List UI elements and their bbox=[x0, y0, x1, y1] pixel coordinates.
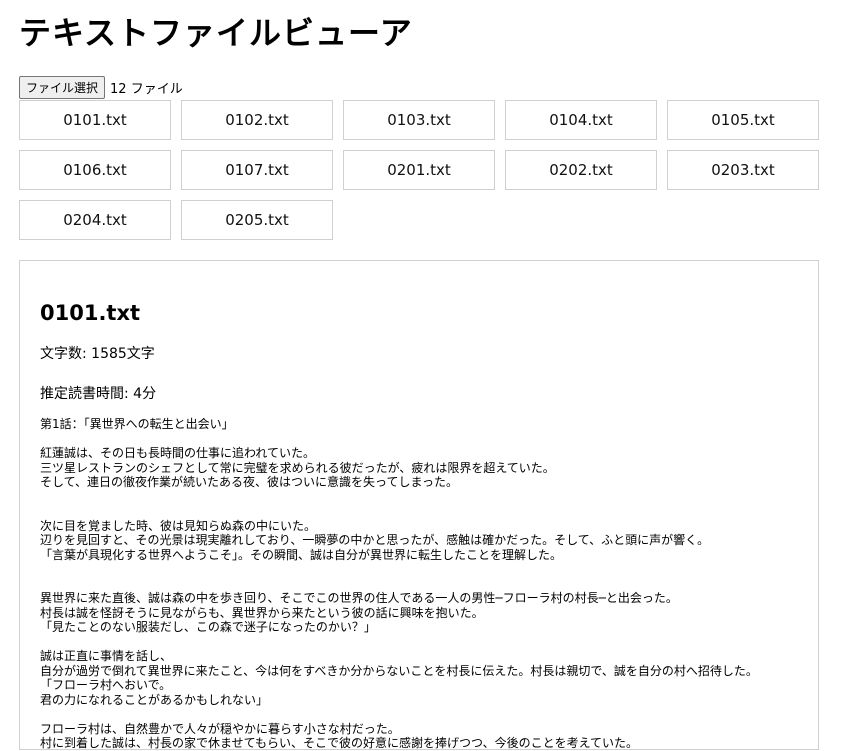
file-viewer: 0101.txt 文字数: 1585文字 推定読書時間: 4分 第1話：「異世界… bbox=[19, 260, 819, 750]
file-content: 第1話：「異世界への転生と出会い」 紅蓮誠は、その日も長時間の仕事に追われていた… bbox=[40, 417, 758, 750]
file-button[interactable]: 0106.txt bbox=[19, 150, 171, 190]
file-button[interactable]: 0201.txt bbox=[343, 150, 495, 190]
file-button[interactable]: 0107.txt bbox=[181, 150, 333, 190]
file-button[interactable]: 0204.txt bbox=[19, 200, 171, 240]
file-picker: ファイル選択 12 ファイル bbox=[19, 76, 183, 99]
file-button[interactable]: 0104.txt bbox=[505, 100, 657, 140]
file-button[interactable]: 0203.txt bbox=[667, 150, 819, 190]
file-button[interactable]: 0105.txt bbox=[667, 100, 819, 140]
file-button[interactable]: 0101.txt bbox=[19, 100, 171, 140]
viewer-filename: 0101.txt bbox=[40, 301, 141, 325]
file-count-label: 12 ファイル bbox=[110, 82, 183, 97]
file-button[interactable]: 0102.txt bbox=[181, 100, 333, 140]
reading-time: 推定読書時間: 4分 bbox=[40, 386, 157, 402]
app-title: テキストファイルビューア bbox=[19, 14, 413, 52]
file-list: 0101.txt 0102.txt 0103.txt 0104.txt 0105… bbox=[19, 100, 819, 240]
file-button[interactable]: 0103.txt bbox=[343, 100, 495, 140]
file-button[interactable]: 0202.txt bbox=[505, 150, 657, 190]
file-select-button[interactable]: ファイル選択 bbox=[19, 76, 106, 99]
file-button[interactable]: 0205.txt bbox=[181, 200, 333, 240]
char-count: 文字数: 1585文字 bbox=[40, 346, 155, 362]
